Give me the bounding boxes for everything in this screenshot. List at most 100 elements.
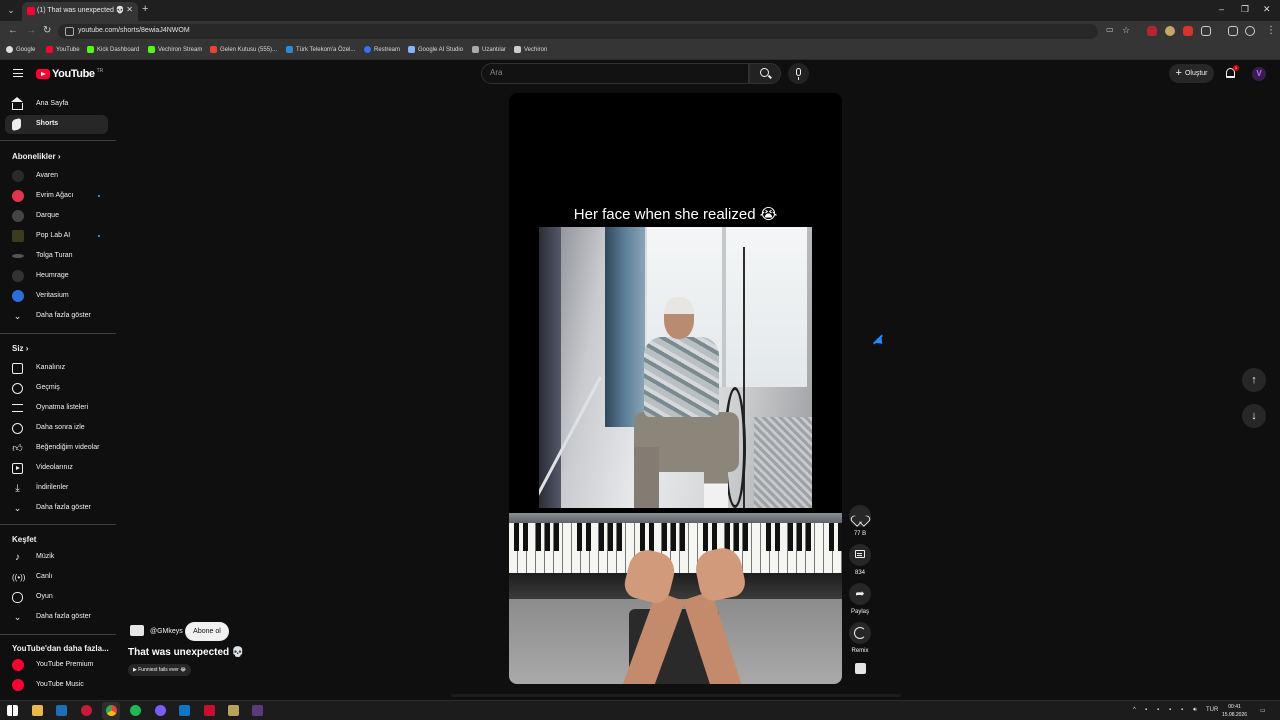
bookmark-vechiron-stream[interactable]: Vechiron Stream — [148, 46, 202, 53]
language-indicator[interactable]: TUR — [1206, 707, 1218, 713]
browser-tab[interactable]: (1) That was unexpected 💀 ✕ — [22, 2, 138, 21]
remix-button[interactable] — [849, 622, 871, 644]
tray-chevron-icon[interactable]: ^ — [1133, 707, 1136, 713]
menu-dots-icon[interactable]: ⋮ — [1266, 25, 1276, 36]
sidebar-item-avaren[interactable]: Avaren — [5, 167, 108, 186]
share-button[interactable]: ➦ — [849, 583, 871, 605]
system-clock[interactable]: 00:41 15.08.2026 — [1222, 703, 1247, 719]
sidebar-item-your-videos[interactable]: Videolarınız — [5, 459, 108, 478]
bookmark-turk-telekom[interactable]: Türk Telekom'a Özel... — [286, 46, 355, 53]
sidebar-item-veritasium[interactable]: Veritasium — [5, 287, 108, 306]
youtube-logo[interactable]: YouTube TR — [36, 68, 103, 80]
tab-groups-icon[interactable] — [1228, 26, 1238, 36]
sidebar-item-youtube-premium[interactable]: YouTube Premium — [5, 656, 108, 675]
subscriptions-heading[interactable]: Abonelikler › — [12, 152, 60, 161]
app-icon[interactable] — [81, 705, 92, 716]
extension-icon[interactable] — [1183, 26, 1193, 36]
app-icon[interactable] — [155, 705, 166, 716]
create-button[interactable]: + Oluştur — [1169, 64, 1214, 83]
sidebar-item-shorts[interactable]: Shorts — [5, 115, 108, 134]
bookmark-extensions[interactable]: Uzantılar — [472, 46, 506, 53]
voice-search-button[interactable] — [788, 63, 809, 84]
sidebar-item-your-channel[interactable]: Kanalınız — [5, 359, 108, 378]
bookmark-restream[interactable]: Restream — [364, 46, 400, 53]
bookmark-google[interactable]: Google — [6, 46, 35, 53]
new-tab-icon[interactable]: + — [142, 3, 148, 15]
bookmark-ai-studio[interactable]: Google AI Studio — [408, 46, 463, 53]
minimize-button[interactable]: – — [1219, 4, 1224, 14]
sidebar-item-watch-later[interactable]: Daha sonra izle — [5, 419, 108, 438]
divider — [0, 333, 116, 334]
chevron-right-icon: › — [57, 152, 61, 161]
network-icon[interactable]: ▪ — [1181, 707, 1183, 713]
bookmark-vechiron[interactable]: Vechiron — [514, 46, 547, 53]
app-icon[interactable] — [228, 705, 239, 716]
vscode-icon[interactable] — [179, 705, 190, 716]
like-button[interactable] — [849, 505, 871, 527]
you-show-more[interactable]: ⌄ Daha fazla göster — [5, 499, 108, 518]
extension-icon[interactable] — [1147, 26, 1157, 36]
channel-thumbnail[interactable] — [855, 663, 866, 674]
previous-short-button[interactable]: ↑ — [1242, 368, 1266, 392]
shorts-video-player[interactable]: Her face when she realized 😭 — [509, 93, 842, 684]
spotify-icon[interactable] — [130, 705, 141, 716]
sidebar-item-gaming[interactable]: Oyun — [5, 588, 108, 607]
notification-center-icon[interactable]: ▭ — [1260, 707, 1266, 714]
file-explorer-icon[interactable] — [32, 705, 43, 716]
bookmark-youtube[interactable]: YouTube — [46, 46, 80, 53]
explore-show-more[interactable]: ⌄ Daha fazla göster — [5, 608, 108, 627]
tab-close-icon[interactable]: ✕ — [126, 5, 133, 14]
menu-icon[interactable] — [13, 69, 23, 77]
playlist-chip[interactable]: ▶ Funniest fails ever 😂 — [128, 664, 192, 676]
tray-app-icon[interactable]: ▪ — [1169, 707, 1171, 713]
bookmark-kick[interactable]: Kick Dashboard — [87, 46, 139, 53]
subscriptions-show-more[interactable]: ⌄ Daha fazla göster — [5, 307, 108, 326]
sidebar-item-history[interactable]: Geçmiş — [5, 379, 108, 398]
app-icon[interactable] — [204, 705, 215, 716]
sidebar-item-music[interactable]: ♪ Müzik — [5, 548, 108, 567]
sidebar-item-downloads[interactable]: ⤓ İndirilenler — [5, 479, 108, 498]
extension-icon[interactable] — [1165, 26, 1175, 36]
sidebar-item-playlists[interactable]: Oynatma listeleri — [5, 399, 108, 418]
tab-search-icon[interactable]: ⌄ — [4, 3, 18, 17]
chrome-icon[interactable] — [106, 705, 117, 716]
you-heading[interactable]: Siz › — [12, 344, 28, 353]
search-button[interactable] — [749, 63, 781, 84]
sidebar-item-tolga-turan[interactable]: Tolga Turan — [5, 247, 108, 266]
steam-icon[interactable] — [56, 705, 67, 716]
tray-app-icon[interactable]: ▪ — [1157, 707, 1159, 713]
windows-start-icon[interactable] — [7, 705, 18, 716]
comments-button[interactable] — [849, 544, 871, 566]
search-input[interactable] — [490, 68, 740, 77]
maximize-button[interactable]: ❐ — [1241, 4, 1249, 15]
sidebar-item-youtube-music[interactable]: YouTube Music — [5, 676, 108, 695]
subscribe-button[interactable]: Abone ol — [185, 622, 229, 641]
video-progress-bar[interactable] — [451, 694, 901, 697]
profile-icon[interactable] — [1245, 26, 1255, 36]
sidebar-item-darque[interactable]: Darque — [5, 207, 108, 226]
close-window-button[interactable]: ✕ — [1263, 4, 1271, 15]
url-field[interactable]: youtube.com/shorts/8ewiaJ4NWOM — [58, 24, 1098, 39]
sidebar-item-evrim-agaci[interactable]: Evrim Ağacı — [5, 187, 108, 206]
back-icon[interactable]: ← — [8, 25, 18, 36]
bookmark-star-icon[interactable]: ☆ — [1122, 25, 1130, 36]
channel-handle[interactable]: @GMkeys — [150, 628, 183, 635]
forward-icon[interactable]: → — [26, 25, 36, 36]
site-info-icon[interactable] — [65, 27, 74, 36]
sidebar-item-pop-lab-ai[interactable]: Pop Lab AI — [5, 227, 108, 246]
sidebar-item-home[interactable]: Ana Sayfa — [5, 95, 108, 114]
tray-app-icon[interactable]: ▪ — [1145, 707, 1147, 713]
next-short-button[interactable]: ↓ — [1242, 404, 1266, 428]
volume-icon[interactable]: 🔊︎ — [1193, 707, 1197, 714]
app-icon[interactable] — [252, 705, 263, 716]
reload-icon[interactable]: ↻ — [43, 25, 51, 36]
channel-icon — [12, 363, 23, 374]
channel-avatar[interactable] — [130, 625, 144, 636]
bookmark-gmail[interactable]: Gelen Kutusu (555)... — [210, 46, 277, 53]
account-avatar[interactable]: V — [1252, 67, 1266, 81]
sidebar-item-live[interactable]: ((•)) Canlı — [5, 568, 108, 587]
extensions-puzzle-icon[interactable] — [1201, 26, 1211, 36]
sidebar-item-heumrage[interactable]: Heumrage — [5, 267, 108, 286]
cast-icon[interactable]: ▭ — [1106, 25, 1114, 34]
sidebar-item-liked-videos[interactable]: 👍︎ Beğendiğim videolar — [5, 439, 108, 458]
